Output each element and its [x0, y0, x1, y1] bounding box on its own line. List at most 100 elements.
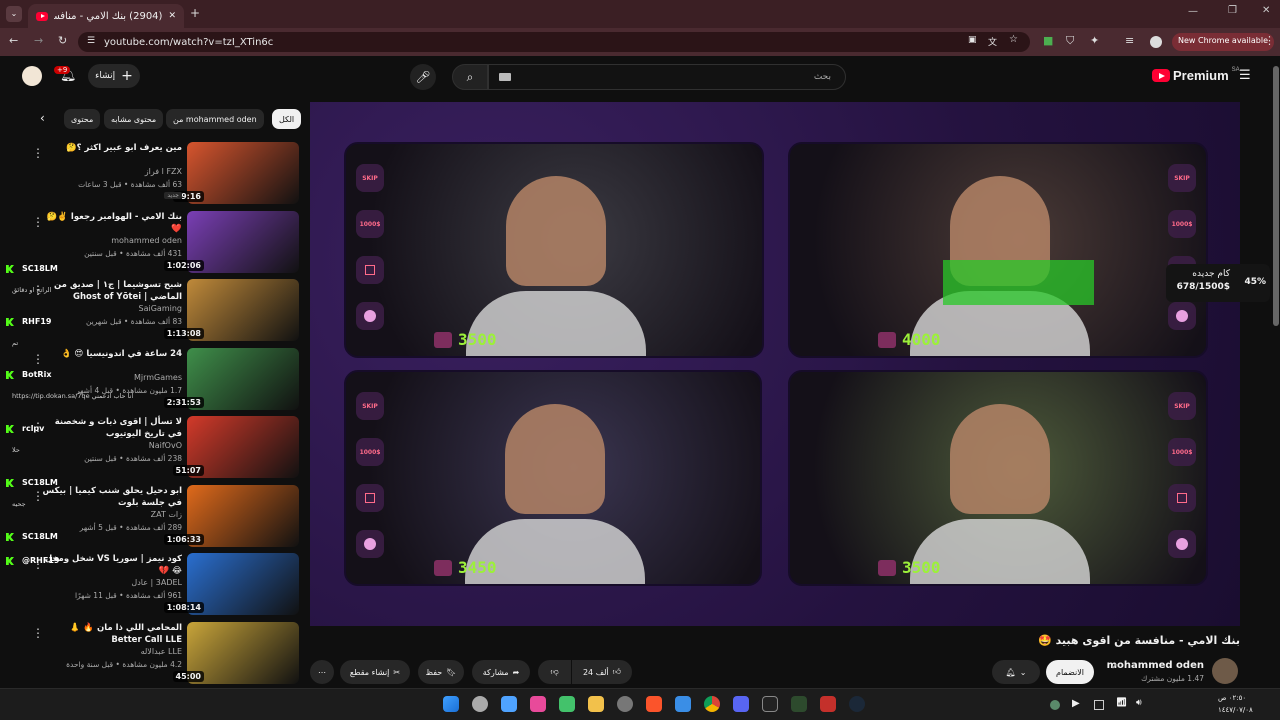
- window-minimize-icon[interactable]: —: [1188, 6, 1198, 17]
- recommendation-channel[interactable]: MjrmGames: [134, 373, 182, 382]
- recommendation-title[interactable]: شبح تسوشيما | ج١ | صديق من الماضي | Ghos…: [42, 279, 182, 303]
- reading-list-icon[interactable]: ≡: [1125, 34, 1134, 47]
- steam-icon[interactable]: [849, 696, 865, 712]
- poke-icon: [1168, 530, 1196, 558]
- tray-icon[interactable]: [1050, 700, 1060, 710]
- chat-message: https://tip.dokan.sa/7qe انا حاب ادعمني: [12, 392, 134, 400]
- channel-name[interactable]: mohammed oden: [1107, 660, 1204, 671]
- chip-other[interactable]: محتوى: [64, 109, 101, 129]
- settings-gear-icon[interactable]: [617, 696, 633, 712]
- recommendation-title[interactable]: ابو دحيل يحلق شنب كيميا | بيكس في جلسة ب…: [42, 485, 182, 509]
- address-bar[interactable]: ☰ youtube.com/watch?v=tzI_XTin6c ▣ 文 ☆: [78, 32, 1030, 52]
- more-actions-button[interactable]: ⋯: [310, 660, 334, 684]
- recommendation-channel[interactable]: NaifOvO: [149, 441, 182, 450]
- subscribed-bell-button[interactable]: 🔔︎ ⌄: [992, 660, 1040, 684]
- recommendation-channel[interactable]: mohammed oden: [111, 236, 182, 245]
- shield-extension-icon[interactable]: ⛉: [1066, 34, 1074, 48]
- recommendation-title[interactable]: مين يعرف ابو عبير اكثر ؟🤔: [42, 142, 182, 154]
- tab-close-icon[interactable]: ✕: [168, 11, 176, 21]
- tab-search-icon[interactable]: ⌄: [6, 6, 22, 22]
- streamer-figure: [950, 404, 1050, 515]
- recommendation-title[interactable]: كود نيمز | سوريا VS شخل ومخل 😂 💔: [42, 553, 182, 577]
- extensions-puzzle-icon[interactable]: ✦: [1090, 34, 1099, 47]
- media-player-icon[interactable]: [820, 696, 836, 712]
- recommendation-title[interactable]: لا تسأل | اقوى ذبات و شخصنة في تاريخ الي…: [42, 416, 182, 440]
- browser-tab-active[interactable]: (2904) بنك الامي - منافسة من اقوى هبيد ✕: [28, 4, 184, 28]
- more-options-icon[interactable]: ⋮: [32, 215, 44, 229]
- recommendation-item[interactable]: 45:00 المحامي اللي ذا مان 🔥 👃 Better Cal…: [0, 621, 300, 686]
- page-scrollbar[interactable]: [1272, 60, 1280, 688]
- bookmark-star-icon[interactable]: ☆: [1009, 34, 1018, 45]
- more-options-icon[interactable]: ⋮: [32, 489, 44, 503]
- guide-menu-icon[interactable]: ☰: [1239, 68, 1251, 83]
- more-options-icon[interactable]: ⋮: [32, 626, 44, 640]
- new-chrome-available-button[interactable]: New Chrome available: [1172, 33, 1275, 51]
- taskbar-app-icon[interactable]: [472, 696, 488, 712]
- recommendation-channel[interactable]: FZX ا فراز: [145, 167, 182, 176]
- browser-menu-icon[interactable]: ⋮: [1264, 34, 1275, 47]
- chip-all[interactable]: الكل: [272, 109, 302, 129]
- back-arrow-icon[interactable]: ←: [9, 34, 18, 47]
- chrome-icon[interactable]: [704, 696, 720, 712]
- save-button[interactable]: حفظ 🔖︎: [418, 660, 464, 684]
- recommendation-title[interactable]: 24 ساعة في اندونيسيا 😍 👌: [42, 348, 182, 360]
- video-player[interactable]: 3500 SKIP 1000$ 4000 SKIP 1000$ 3450 SKIP 1000$ 3…: [310, 102, 1240, 626]
- brave-browser-icon[interactable]: [646, 696, 662, 712]
- create-button[interactable]: إنشاء +: [88, 64, 140, 88]
- extension-green-icon[interactable]: ■: [1043, 34, 1053, 47]
- more-options-icon[interactable]: ⋮: [32, 352, 44, 366]
- dislike-button[interactable]: 👎︎: [538, 660, 571, 684]
- search-button[interactable]: ⌕: [452, 64, 488, 90]
- duration-badge: 45:00: [172, 670, 204, 682]
- site-info-icon[interactable]: ☰: [87, 36, 95, 46]
- volume-icon[interactable]: 🔊︎: [1136, 698, 1142, 708]
- taskbar-app-icon[interactable]: [530, 696, 546, 712]
- reload-icon[interactable]: ↻: [58, 34, 67, 47]
- taskbar-app-icon[interactable]: [501, 696, 517, 712]
- clip-button[interactable]: إنشاء مقطع ✂: [340, 660, 410, 684]
- like-button[interactable]: 24 ألف 👍︎: [572, 660, 632, 684]
- chip-from-channel[interactable]: من mohammed oden: [166, 109, 264, 129]
- search-input[interactable]: بحث: [488, 64, 846, 90]
- profile-avatar-icon[interactable]: [1150, 36, 1162, 48]
- taskbar-app-icon[interactable]: [675, 696, 691, 712]
- join-button[interactable]: الانضمام: [1046, 660, 1094, 684]
- forward-arrow-icon[interactable]: →: [34, 34, 43, 47]
- window-close-icon[interactable]: ✕: [1262, 5, 1270, 16]
- recommendation-item[interactable]: 51:07 لا تسأل | اقوى ذبات و شخصنة في تار…: [0, 416, 300, 480]
- window-restore-icon[interactable]: ❐: [1228, 5, 1237, 16]
- recommendation-item[interactable]: 49:16 مين يعرف ابو عبير اكثر ؟🤔 FZX ا فر…: [0, 142, 300, 206]
- chips-prev-chevron-icon[interactable]: ‹: [40, 111, 45, 125]
- translate-icon[interactable]: 文: [988, 35, 997, 48]
- recommendation-title[interactable]: المحامي اللي ذا مان 🔥 👃 Better Call LLE: [42, 622, 182, 646]
- clock-time[interactable]: ٠٢:٥٠ ص: [1218, 694, 1246, 702]
- search-placeholder: بحث: [813, 72, 831, 82]
- keyboard-icon[interactable]: [499, 73, 511, 81]
- taskbar-app-icon[interactable]: [559, 696, 575, 712]
- network-icon[interactable]: 📶︎: [1116, 698, 1127, 708]
- windows-start-icon[interactable]: [443, 696, 459, 712]
- voice-search-mic-icon[interactable]: 🎤︎: [410, 64, 436, 90]
- channel-avatar[interactable]: [1212, 658, 1238, 684]
- discord-icon[interactable]: [733, 696, 749, 712]
- youtube-premium-logo[interactable]: Premium SA: [1152, 67, 1240, 83]
- recommendation-item[interactable]: 2:31:53 24 ساعة في اندونيسيا 😍 👌 MjrmGam…: [0, 347, 300, 412]
- share-button[interactable]: مشاركة ➦: [472, 660, 530, 684]
- cursor-tray-icon[interactable]: ▶: [1072, 698, 1080, 709]
- new-tab-button[interactable]: +: [190, 6, 200, 20]
- recommendation-channel[interactable]: LLE عبدالاله: [141, 647, 182, 656]
- file-explorer-icon[interactable]: [588, 696, 604, 712]
- terminal-icon[interactable]: [791, 696, 807, 712]
- scrollbar-thumb[interactable]: [1273, 66, 1279, 326]
- cast-icon[interactable]: ▣: [968, 35, 977, 45]
- chat-username: RHF19: [22, 317, 52, 326]
- clock-date[interactable]: ١٤٤٧/٠٧/٠٨: [1218, 706, 1253, 714]
- recommendation-channel[interactable]: SaiGaming: [139, 304, 182, 313]
- taskbar-app-icon[interactable]: [762, 696, 778, 712]
- chip-related[interactable]: محتوى مشابه: [104, 109, 164, 129]
- recommendation-channel[interactable]: زات ZAT: [151, 510, 182, 519]
- account-avatar[interactable]: [22, 66, 42, 86]
- recommendation-channel[interactable]: 3ADEL | عادل: [131, 578, 182, 587]
- more-options-icon[interactable]: ⋮: [32, 146, 44, 160]
- recommendation-title[interactable]: بنك الامي - الهوامير رجعوا ✌️🤔 ❤️: [42, 211, 182, 235]
